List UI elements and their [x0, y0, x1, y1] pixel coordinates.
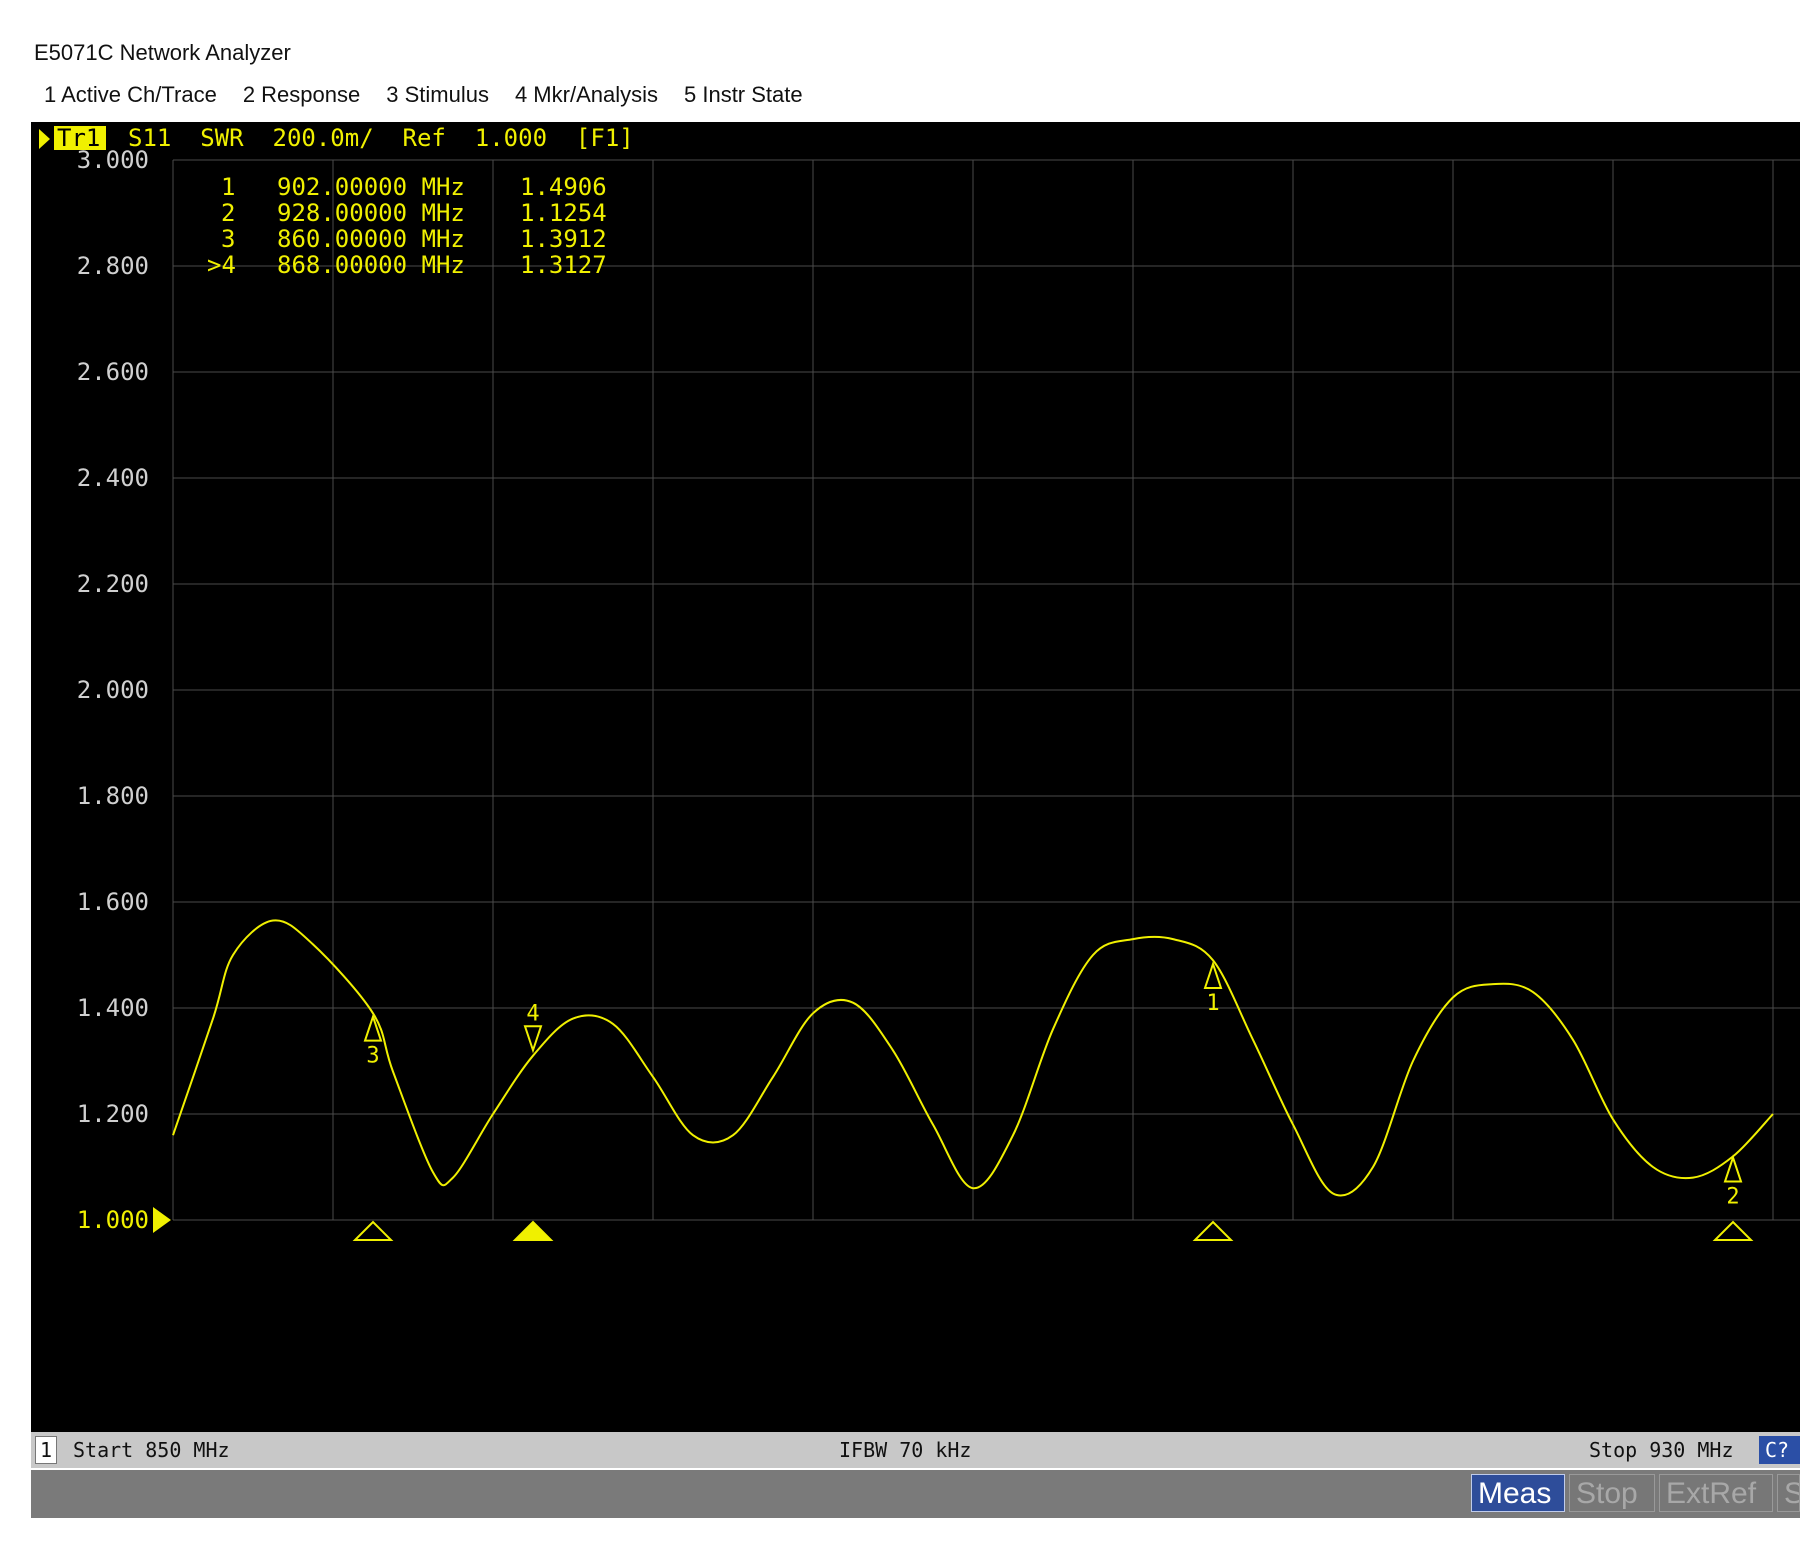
marker-table-label: 1	[221, 173, 235, 201]
menu-bar: 1 Active Ch/Trace 2 Response 3 Stimulus …	[44, 82, 803, 108]
start-frequency[interactable]: Start 850 MHz	[73, 1438, 230, 1462]
marker-table-value: 1.3127	[520, 251, 607, 279]
grid	[172, 159, 1800, 1221]
marker-axis-indicator-icon	[1712, 1220, 1754, 1241]
marker-label: 3	[366, 1044, 379, 1069]
marker-table-label: 2	[221, 199, 235, 227]
trace-tag[interactable]: Tr1	[57, 124, 100, 152]
y-tick-label: 1.600	[77, 888, 149, 916]
trace-header-text[interactable]: S11 SWR 200.0m/ Ref 1.000 [F1]	[128, 124, 634, 152]
marker-table-freq: 902.00000 MHz	[277, 173, 465, 201]
reference-level-arrow-icon[interactable]	[153, 1207, 171, 1233]
active-trace-arrow-icon	[39, 129, 50, 149]
menu-active-ch-trace[interactable]: 1 Active Ch/Trace	[44, 82, 217, 108]
marker-table-label: >4	[207, 251, 236, 279]
instrument-status-bar: Meas Stop ExtRef Svc	[31, 1470, 1800, 1518]
calibration-status-badge: C?	[1759, 1436, 1800, 1464]
y-tick-label: 2.200	[77, 570, 149, 598]
marker-table-value: 1.3912	[520, 225, 607, 253]
marker-table-label: 3	[221, 225, 235, 253]
y-tick-label: 2.600	[77, 358, 149, 386]
y-tick-label: 1.400	[77, 994, 149, 1022]
marker-table-value: 1.4906	[520, 173, 607, 201]
extref-indicator: ExtRef	[1659, 1474, 1773, 1512]
marker-table-freq: 860.00000 MHz	[277, 225, 465, 253]
marker-label: 2	[1726, 1185, 1739, 1210]
y-tick-labels: 3.0002.8002.6002.4002.2002.0001.8001.600…	[77, 146, 149, 1234]
marker-triangle-icon	[363, 1013, 383, 1042]
marker-axis-indicator-icon	[512, 1220, 554, 1241]
marker-table-freq: 928.00000 MHz	[277, 199, 465, 227]
y-tick-label: 1.200	[77, 1100, 149, 1128]
swr-chart: 3.0002.8002.6002.4002.2002.0001.8001.600…	[39, 124, 1800, 1241]
measurement-display[interactable]: 3.000 2.800 2.600 2.400 2.200 2.000 1.800 1.600…	[31, 122, 1800, 1432]
marker-table: 1 902.00000 MHz 1.4906 2 928.00000 MHz 1…	[207, 173, 607, 279]
menu-response[interactable]: 2 Response	[243, 82, 360, 108]
marker-triangle-icon	[523, 1025, 543, 1054]
menu-instr-state[interactable]: 5 Instr State	[684, 82, 803, 108]
stop-frequency[interactable]: Stop 930 MHz	[1589, 1438, 1734, 1462]
y-tick-label: 2.800	[77, 252, 149, 280]
marker-axis-indicator-icon	[352, 1220, 394, 1241]
y-tick-label: 2.000	[77, 676, 149, 704]
y-tick-label: 2.400	[77, 464, 149, 492]
svc-indicator: Svc	[1777, 1474, 1800, 1512]
reference-tick-label: 1.000	[77, 1206, 149, 1234]
channel-number[interactable]: 1	[35, 1436, 57, 1464]
marker-label: 4	[526, 1001, 539, 1026]
marker-axis-indicator-icon	[1192, 1220, 1234, 1241]
stop-indicator: Stop	[1569, 1474, 1655, 1512]
y-tick-label: 1.800	[77, 782, 149, 810]
if-bandwidth[interactable]: IFBW 70 kHz	[839, 1438, 971, 1462]
window-title: E5071C Network Analyzer	[34, 40, 291, 65]
channel-status-bar: 1 Start 850 MHz IFBW 70 kHz Stop 930 MHz…	[31, 1432, 1800, 1468]
marker-table-freq: 868.00000 MHz	[277, 251, 465, 279]
markers: 1 2 3 4	[352, 960, 1754, 1241]
marker-table-value: 1.1254	[520, 199, 607, 227]
meas-indicator: Meas	[1471, 1474, 1565, 1512]
marker-label: 1	[1206, 991, 1219, 1016]
menu-stimulus[interactable]: 3 Stimulus	[386, 82, 489, 108]
menu-mkr-analysis[interactable]: 4 Mkr/Analysis	[515, 82, 658, 108]
